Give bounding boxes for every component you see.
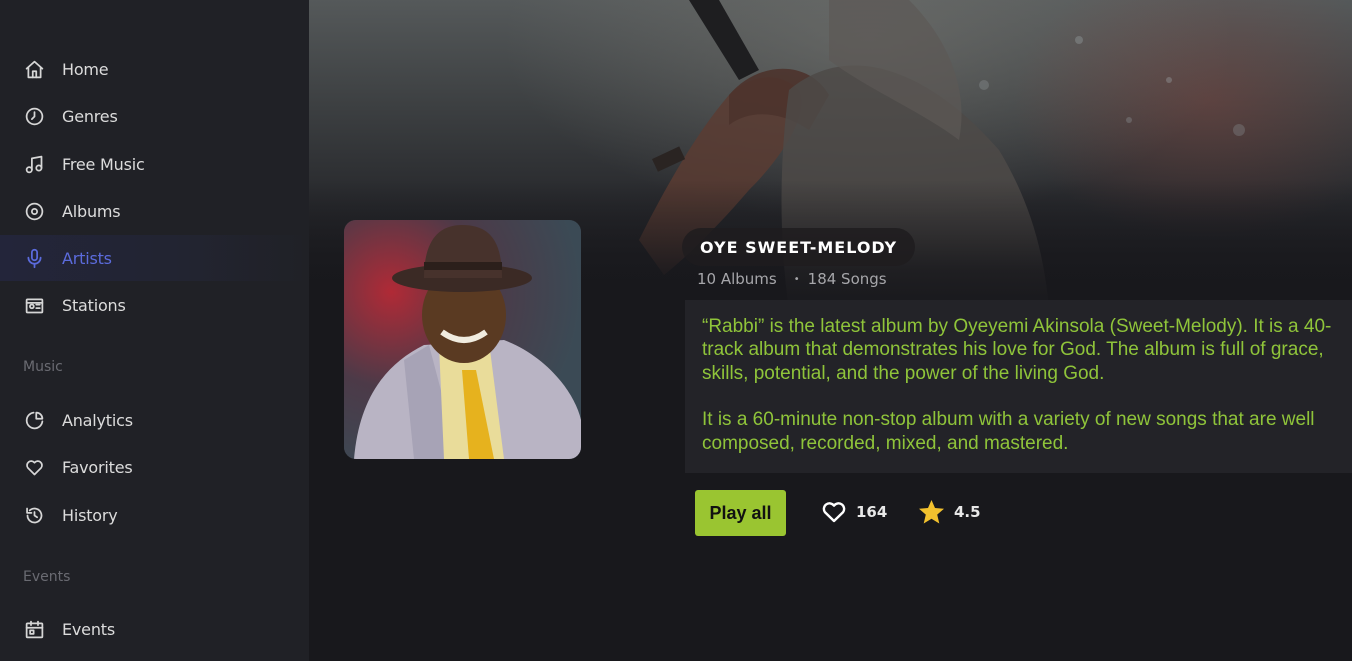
sidebar: Home Genres Free Music Albums Artists St… [0, 0, 309, 661]
sidebar-item-label: History [62, 505, 118, 525]
albums-count: 10 Albums [697, 270, 777, 288]
rating: 4.5 [918, 497, 981, 527]
play-all-button[interactable]: Play all [695, 490, 786, 536]
sidebar-item-label: Home [62, 59, 109, 79]
like-button[interactable]: 164 [821, 497, 887, 527]
artist-name-pill: OYE SWEET-MELODY [682, 228, 916, 266]
sidebar-item-stations[interactable]: Stations [0, 282, 309, 328]
description-paragraph: “Rabbi” is the latest album by Oyeyemi A… [702, 316, 1332, 384]
history-icon [22, 503, 46, 527]
sidebar-item-label: Events [62, 619, 115, 639]
heart-icon [22, 455, 46, 479]
radio-icon [22, 293, 46, 317]
artist-description: “Rabbi” is the latest album by Oyeyemi A… [685, 300, 1352, 473]
sidebar-item-artists[interactable]: Artists [0, 235, 309, 281]
main-content: OYE SWEET-MELODY 10 Albums • 184 Songs “… [309, 0, 1352, 661]
separator-dot: • [793, 273, 800, 285]
sidebar-item-label: Artists [62, 248, 112, 268]
microphone-icon [22, 246, 46, 270]
music-note-icon [22, 152, 46, 176]
sidebar-item-label: Favorites [62, 457, 133, 477]
artist-photo [344, 220, 581, 459]
pie-chart-icon [22, 408, 46, 432]
sidebar-item-events[interactable]: Events [0, 606, 309, 652]
description-paragraph: It is a 60-minute non-stop album with a … [702, 409, 1315, 454]
likes-count: 164 [856, 503, 888, 521]
calendar-icon [22, 617, 46, 641]
sidebar-item-history[interactable]: History [0, 492, 309, 538]
sidebar-item-label: Genres [62, 106, 118, 126]
sidebar-item-analytics[interactable]: Analytics [0, 397, 309, 443]
sidebar-item-free-music[interactable]: Free Music [0, 141, 309, 187]
disc-icon [22, 199, 46, 223]
sidebar-item-label: Stations [62, 295, 126, 315]
sidebar-item-genres[interactable]: Genres [0, 93, 309, 139]
sidebar-item-albums[interactable]: Albums [0, 188, 309, 234]
section-title-music: Music [23, 359, 63, 375]
home-icon [22, 57, 46, 81]
heart-icon [822, 502, 846, 523]
songs-count: 184 Songs [807, 270, 887, 288]
artist-stats: 10 Albums • 184 Songs [697, 270, 887, 288]
genres-icon [22, 104, 46, 128]
sidebar-item-label: Analytics [62, 410, 133, 430]
sidebar-item-label: Free Music [62, 154, 145, 174]
sidebar-item-label: Albums [62, 201, 121, 221]
rating-value: 4.5 [954, 503, 981, 521]
section-title-events: Events [23, 569, 71, 585]
sidebar-item-home[interactable]: Home [0, 46, 309, 92]
sidebar-item-favorites[interactable]: Favorites [0, 444, 309, 490]
artist-name: OYE SWEET-MELODY [700, 237, 898, 257]
star-icon [919, 500, 944, 524]
